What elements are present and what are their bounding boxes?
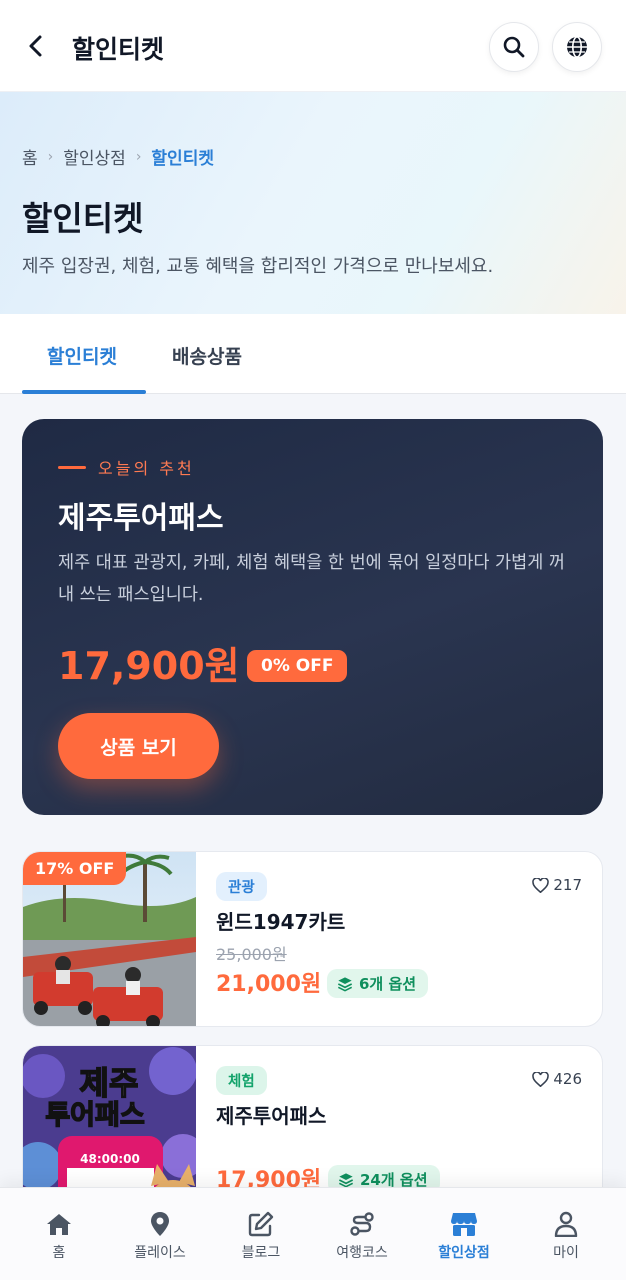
layers-icon [338,1172,354,1188]
product-name: 제주투어패스 [216,1104,327,1128]
featured-title: 제주투어패스 [58,501,224,536]
featured-price: 17,900원 [58,644,240,688]
options-chip: 6개 옵션 [327,969,429,998]
nav-home[interactable]: 홈 [14,1210,104,1262]
app-bar: 할인티켓 [0,0,626,92]
globe-icon [567,36,587,58]
breadcrumb-separator-icon: › [135,148,142,165]
product-image-kart: 17% OFF [23,852,196,1026]
kicker-label: 오늘의 추천 [98,459,195,478]
kicker-dash [58,465,86,469]
breadcrumb-home[interactable]: 홈 [22,144,38,169]
like-button[interactable]: 426 [532,1070,582,1088]
view-product-button[interactable]: 상품 보기 [58,713,219,779]
like-count: 426 [553,1070,582,1088]
category-chip: 체험 [216,1066,267,1095]
bottom-navigation: 홈 플레이스 블로그 여행코스 할인상점 마이 [0,1187,626,1280]
discount-badge: 17% OFF [23,852,127,885]
breadcrumb: 홈 › 할인상점 › 할인티켓 [22,144,214,170]
user-icon [554,1211,578,1237]
featured-discount-badge: 0% OFF [247,650,348,682]
page-title: 할인티켓 [72,35,165,64]
featured-description: 제주 대표 관광지, 카페, 체험 혜택을 한 번에 묶어 일정마다 가볍게 꺼… [58,553,566,605]
home-icon [47,1214,71,1235]
hero-subtitle: 제주 입장권, 체험, 교통 혜택을 합리적인 가격으로 만나보세요. [22,256,494,277]
map-pin-icon [151,1212,169,1236]
hero-title: 할인티켓 [22,199,144,238]
nav-course[interactable]: 여행코스 [317,1210,407,1262]
nav-label: 여행코스 [336,1245,388,1261]
image-timer: 48:00:00 [80,1152,140,1166]
nav-store[interactable]: 할인상점 [419,1210,509,1262]
nav-blog[interactable]: 블로그 [216,1210,306,1262]
category-chip: 관광 [216,872,267,901]
nav-my[interactable]: 마이 [521,1210,611,1262]
nav-place[interactable]: 플레이스 [115,1210,205,1262]
tab-discount-ticket[interactable]: 할인티켓 [47,342,117,369]
sale-price: 21,000원 [216,972,322,997]
product-card[interactable]: 17% OFF 관광 217 윈드1947카트 25,000원 21,000원 … [22,851,603,1027]
route-icon [350,1212,374,1236]
search-icon [503,36,525,58]
nav-label: 홈 [52,1245,66,1261]
featured-card[interactable]: 오늘의 추천 제주투어패스 제주 대표 관광지, 카페, 체험 혜택을 한 번에… [22,419,603,815]
product-name: 윈드1947카트 [216,910,346,934]
image-text-jeju: 제주 [80,1064,139,1102]
like-button[interactable]: 217 [532,876,582,894]
nav-label: 할인상점 [438,1245,490,1261]
back-button[interactable] [18,28,54,64]
featured-kicker: 오늘의 추천 [58,455,195,479]
original-price: 25,000원 [216,945,287,964]
options-label: 6개 옵션 [359,975,417,993]
language-button[interactable] [552,22,602,72]
chevron-left-icon [29,35,42,57]
breadcrumb-separator-icon: › [47,148,54,165]
active-tab-indicator [22,390,146,394]
heart-icon [532,877,550,893]
breadcrumb-current: 할인티켓 [151,149,214,169]
search-button[interactable] [489,22,539,72]
breadcrumb-store[interactable]: 할인상점 [63,144,126,169]
like-count: 217 [553,876,582,894]
nav-label: 플레이스 [134,1245,186,1261]
image-text-tourpass: 투어패스 [45,1100,144,1131]
store-icon [451,1213,477,1236]
edit-icon [248,1211,274,1237]
hero-banner: 홈 › 할인상점 › 할인티켓 할인티켓 제주 입장권, 체험, 교통 혜택을 … [0,92,626,314]
category-tabs: 할인티켓 배송상품 [0,314,626,394]
layers-icon [337,976,353,992]
tab-delivery-product[interactable]: 배송상품 [172,342,242,369]
nav-label: 블로그 [241,1245,281,1261]
heart-icon [532,1071,550,1087]
nav-label: 마이 [553,1245,579,1261]
